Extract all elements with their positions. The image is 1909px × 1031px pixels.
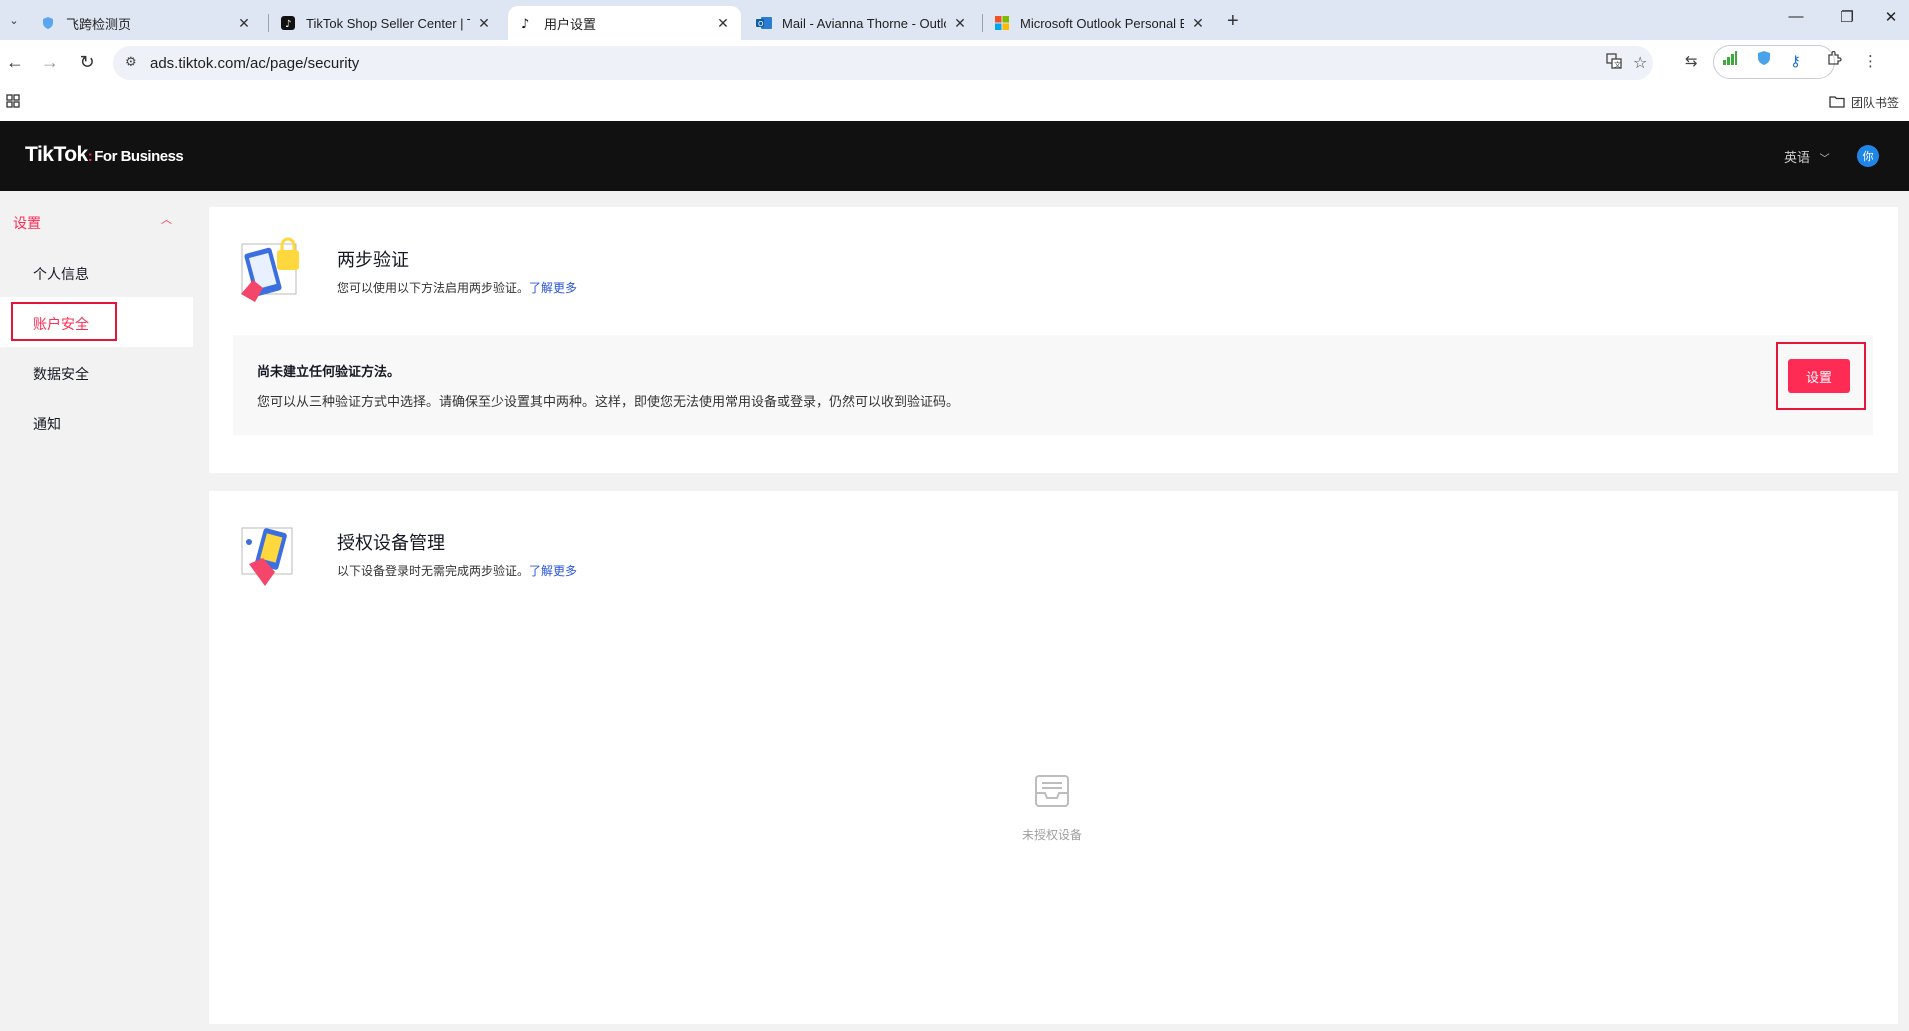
devices-title: 授权设备管理 [337, 533, 445, 553]
outlook-icon: O [756, 15, 772, 31]
language-label: 英语 [1784, 150, 1811, 165]
logo-main: TikTok [25, 143, 88, 166]
bookmark-folder[interactable]: 团队书签 [1829, 94, 1899, 111]
tiktok-for-business-logo[interactable]: TikTok: For Business [25, 143, 184, 167]
two-step-description: 您可以使用以下方法启用两步验证。了解更多 [337, 279, 577, 296]
url-text[interactable]: ads.tiktok.com/ac/page/security [150, 55, 359, 72]
close-icon[interactable]: ✕ [952, 15, 968, 32]
logo-sub: For Business [94, 148, 184, 165]
chevron-up-icon[interactable]: ︿ [161, 211, 172, 227]
notice-text: 您可以从三种验证方式中选择。请确保至少设置其中两种。这样，即使您无法使用常用设备… [257, 394, 960, 409]
browser-tab-1[interactable]: 飞跨检测页 ✕ [30, 6, 262, 40]
two-step-title: 两步验证 [337, 250, 409, 270]
browser-tab-3[interactable]: ♪ 用户设置 ✕ [508, 6, 741, 40]
sidebar-section-title[interactable]: 设置 [13, 213, 41, 233]
highlight-box-setup [1776, 342, 1866, 410]
sidebar-item-label: 个人信息 [33, 266, 89, 282]
devices-description-text: 以下设备登录时无需完成两步验证。 [337, 564, 530, 578]
browser-tab-bar: ⌄ 飞跨检测页 ✕ ♪ TikTok Shop Seller Center | … [0, 0, 1909, 40]
new-tab-plus-icon[interactable]: + [1227, 10, 1239, 33]
phone-lock-illustration [239, 236, 305, 309]
shield-icon [40, 15, 56, 31]
tab-title: TikTok Shop Seller Center | TikTok [306, 15, 470, 31]
key-icon[interactable]: ⚷ [1790, 52, 1801, 70]
svg-text:♪: ♪ [285, 19, 291, 30]
bookmarks-bar: 团队书签 [0, 86, 1909, 121]
close-icon[interactable]: ✕ [236, 15, 252, 32]
devices-learn-more-link[interactable]: 了解更多 [529, 564, 577, 578]
two-step-learn-more-link[interactable]: 了解更多 [529, 281, 577, 295]
chevron-down-icon: ﹀ [1819, 154, 1830, 165]
shield-extension-icon[interactable] [1756, 50, 1772, 70]
extensions-puzzle-icon[interactable] [1826, 50, 1842, 70]
apps-grid-icon[interactable] [6, 94, 20, 111]
reload-icon[interactable]: ↻ [75, 52, 99, 73]
tab-title: 飞跨检测页 [66, 16, 132, 32]
bookmark-star-icon[interactable]: ☆ [1633, 53, 1647, 73]
svg-text:O: O [758, 20, 764, 28]
tiktok-header: TikTok: For Business 英语 ﹀ 你 [0, 121, 1909, 191]
restore-icon[interactable]: ❐ [1832, 8, 1862, 26]
empty-devices-text: 未授权设备 [1021, 828, 1082, 842]
close-icon[interactable]: ✕ [1190, 15, 1206, 32]
tab-manager-icon[interactable]: ⇆ [1685, 52, 1698, 70]
sidebar-item-data-security[interactable]: 数据安全 [0, 347, 193, 397]
tab-title: 用户设置 [544, 16, 597, 32]
translate-icon[interactable]: 文 [1606, 53, 1622, 74]
sidebar-item-label: 通知 [33, 416, 61, 432]
tab-title: Mail - Avianna Thorne - Outlook [782, 15, 946, 31]
browser-tab-5[interactable]: Microsoft Outlook Personal Email ✕ [984, 6, 1216, 40]
language-selector[interactable]: 英语 ﹀ [1784, 147, 1830, 166]
tab-divider [268, 14, 269, 32]
browser-toolbar: ← → ↻ ⚙ ads.tiktok.com/ac/page/security … [0, 40, 1909, 86]
empty-inbox-icon [1033, 772, 1071, 815]
more-menu-icon[interactable]: ⋮ [1863, 52, 1878, 70]
no-verification-notice: 尚未建立任何验证方法。 您可以从三种验证方式中选择。请确保至少设置其中两种。这样… [233, 335, 1873, 435]
tab-divider [982, 14, 983, 32]
sidebar-item-label: 数据安全 [33, 366, 89, 382]
svg-text:♪: ♪ [521, 17, 529, 30]
address-bar[interactable]: ⚙ ads.tiktok.com/ac/page/security 文 ☆ [113, 46, 1653, 80]
forward-arrow-icon[interactable]: → [38, 52, 62, 73]
tab-search-icon[interactable]: ⌄ [2, 8, 26, 32]
browser-tab-2[interactable]: ♪ TikTok Shop Seller Center | TikTok ✕ [270, 6, 502, 40]
site-info-icon[interactable]: ⚙ [125, 54, 137, 70]
highlight-box-sidebar [11, 302, 117, 341]
microsoft-icon [994, 15, 1010, 31]
avatar[interactable]: 你 [1857, 145, 1879, 167]
svg-text:文: 文 [1614, 60, 1621, 69]
signal-bars-icon[interactable] [1722, 50, 1738, 70]
close-icon[interactable]: ✕ [476, 15, 492, 32]
sidebar-item-personal-info[interactable]: 个人信息 [0, 247, 193, 297]
tiktok-icon: ♪ [280, 15, 296, 31]
browser-tab-4[interactable]: O Mail - Avianna Thorne - Outlook ✕ [746, 6, 978, 40]
window-close-icon[interactable]: ✕ [1876, 8, 1906, 26]
folder-icon [1829, 95, 1845, 111]
close-icon[interactable]: ✕ [715, 15, 731, 32]
two-step-description-text: 您可以使用以下方法启用两步验证。 [337, 281, 530, 295]
tab-title: Microsoft Outlook Personal Email [1020, 15, 1184, 31]
sidebar-item-notifications[interactable]: 通知 [0, 397, 193, 447]
bookmark-folder-label: 团队书签 [1850, 96, 1899, 110]
back-arrow-icon[interactable]: ← [3, 52, 27, 73]
tiktok-icon: ♪ [518, 15, 534, 31]
devices-description: 以下设备登录时无需完成两步验证。了解更多 [337, 562, 577, 579]
minimize-icon[interactable]: — [1781, 8, 1811, 25]
notice-title: 尚未建立任何验证方法。 [257, 364, 401, 379]
device-hand-illustration [239, 522, 305, 593]
